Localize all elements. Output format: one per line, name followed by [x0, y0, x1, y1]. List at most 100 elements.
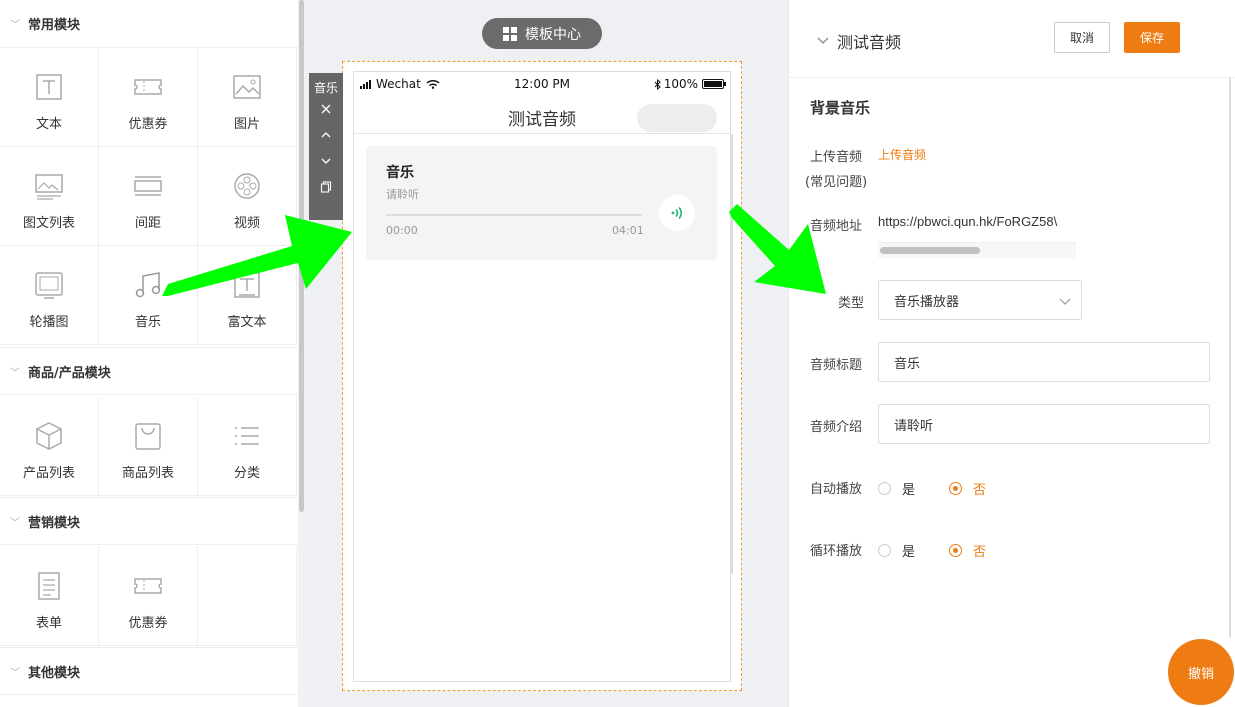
section-common[interactable]: ﹀ 常用模块 [0, 0, 298, 48]
module-text[interactable]: 文本 [0, 48, 99, 147]
component-toolbar: 音乐 [309, 73, 343, 220]
sound-wave-icon [671, 206, 682, 220]
autoplay-yes-radio[interactable]: 是 [878, 479, 915, 498]
section-other[interactable]: ﹀ 其他模块 [0, 647, 298, 695]
chevron-down-icon: ﹀ [10, 367, 20, 379]
section-marketing[interactable]: ﹀ 营销模块 [0, 497, 298, 545]
url-scrollbar[interactable] [878, 242, 1076, 258]
loop-label: 循环播放 [810, 544, 863, 559]
music-card-title: 音乐 [386, 165, 414, 181]
faq-link[interactable]: (常见问题) [805, 171, 867, 190]
loop-yes-radio[interactable]: 是 [878, 541, 915, 560]
settings-header: 测试音频 取消 保存 [789, 0, 1235, 78]
marketing-module-grid: 表单 优惠券 [0, 547, 298, 646]
chevron-down-icon: ﹀ [10, 20, 20, 31]
module-image[interactable]: 图片 [198, 48, 297, 147]
autoplay-radio-group: 是 否 [878, 479, 1020, 498]
upload-audio-link[interactable]: 上传音频 [878, 146, 926, 163]
module-category[interactable]: 分类 [198, 397, 297, 496]
music-end-time: 04:01 [612, 224, 644, 237]
chevron-up-icon [321, 132, 331, 138]
module-carousel[interactable]: 轮播图 [0, 246, 99, 345]
autoplay-label: 自动播放 [810, 482, 863, 497]
chevron-down-icon: ﹀ [10, 667, 20, 679]
carousel-icon [34, 270, 64, 300]
undo-button[interactable]: 撤销 [1168, 639, 1234, 705]
module-form[interactable]: 表单 [0, 547, 99, 646]
copy-icon [320, 181, 332, 193]
music-progress-track[interactable] [386, 214, 642, 216]
move-up-button[interactable] [309, 122, 343, 148]
phone-header-divider [354, 133, 730, 134]
module-coupon-2[interactable]: 优惠券 [99, 547, 198, 646]
radio-dot [949, 482, 963, 495]
phone-preview: Wechat 12:00 PM 100% 测试音频 音乐 请聆听 00:00 0… [353, 71, 733, 682]
radio-dot [878, 482, 891, 495]
chevron-down-icon[interactable] [817, 34, 829, 46]
wifi-icon [426, 79, 440, 89]
audio-desc-input[interactable]: 请聆听 [878, 404, 1210, 444]
audio-title-input[interactable]: 音乐 [878, 342, 1210, 382]
play-button[interactable] [659, 195, 695, 231]
audio-desc-label: 音频介绍 [810, 420, 863, 435]
phone-scrollbar[interactable] [731, 134, 733, 574]
module-goods-list[interactable]: 商品列表 [99, 397, 198, 496]
section-product[interactable]: ﹀ 商品/产品模块 [0, 347, 298, 395]
chevron-down-icon [321, 158, 331, 164]
upload-label: 上传音频 [810, 150, 863, 165]
mini-program-capsule[interactable] [637, 104, 717, 132]
module-product-list[interactable]: 产品列表 [0, 397, 99, 496]
close-icon [321, 104, 331, 114]
battery-icon [702, 79, 726, 89]
category-icon [232, 421, 262, 451]
module-image-text-list[interactable]: 图文列表 [0, 147, 99, 246]
settings-title: 测试音频 [837, 33, 902, 52]
image-icon [232, 72, 262, 102]
radio-dot [949, 544, 963, 557]
section-title: 背景音乐 [810, 99, 871, 117]
scrollbar-thumb[interactable] [299, 0, 304, 512]
component-toolbar-label: 音乐 [313, 81, 338, 95]
module-panel: ﹀ 常用模块 文本 优惠券 图片 图文列表 间距 视频 轮播图 音乐 富文本 ﹀… [0, 0, 305, 707]
copy-component-button[interactable] [309, 174, 343, 200]
module-empty [198, 547, 297, 646]
settings-scrollbar[interactable] [1229, 78, 1231, 638]
music-player-card[interactable]: 音乐 请聆听 00:00 04:01 [366, 146, 717, 260]
spacing-icon [133, 171, 163, 201]
module-coupon[interactable]: 优惠券 [99, 48, 198, 147]
module-rich-text[interactable]: 富文本 [198, 246, 297, 345]
grid-icon [503, 26, 517, 41]
module-video[interactable]: 视频 [198, 147, 297, 246]
module-music[interactable]: 音乐 [99, 246, 198, 345]
url-label: 音频地址 [810, 219, 863, 234]
move-down-button[interactable] [309, 148, 343, 174]
chevron-down-icon: ﹀ [10, 517, 20, 529]
template-center-button[interactable]: 模板中心 [482, 18, 602, 49]
module-panel-scrollbar[interactable] [298, 0, 305, 707]
type-select[interactable]: 音乐播放器 [878, 280, 1082, 320]
product-module-grid: 产品列表 商品列表 分类 [0, 397, 298, 496]
module-spacing[interactable]: 间距 [99, 147, 198, 246]
scrollbar-thumb[interactable] [880, 247, 980, 254]
settings-panel: 测试音频 取消 保存 背景音乐 上传音频 上传音频 (常见问题) 音频地址 ht… [788, 0, 1235, 707]
save-button[interactable]: 保存 [1124, 22, 1180, 53]
coupon-icon [133, 72, 163, 102]
form-icon [34, 571, 64, 601]
rich-text-icon [232, 270, 262, 300]
loop-radio-group: 是 否 [878, 541, 1020, 560]
image-text-list-icon [34, 171, 64, 201]
cancel-button[interactable]: 取消 [1054, 22, 1110, 53]
loop-no-radio[interactable]: 否 [949, 541, 986, 560]
delete-component-button[interactable] [309, 96, 343, 122]
autoplay-no-radio[interactable]: 否 [949, 479, 986, 498]
music-start-time: 00:00 [386, 224, 418, 237]
product-list-icon [34, 421, 64, 451]
radio-dot [878, 544, 891, 557]
bluetooth-icon [654, 78, 661, 90]
music-icon [133, 270, 163, 300]
coupon-icon [133, 571, 163, 601]
signal-icon [360, 79, 372, 89]
common-module-grid: 文本 优惠券 图片 图文列表 间距 视频 轮播图 音乐 富文本 [0, 48, 298, 346]
audio-url-field[interactable]: https://pbwci.qun.hk/FoRGZ58\ [878, 214, 1076, 229]
canvas-area: 模板中心 Wechat 12:00 PM 100% 测试音频 音乐 请聆听 00… [305, 0, 788, 707]
